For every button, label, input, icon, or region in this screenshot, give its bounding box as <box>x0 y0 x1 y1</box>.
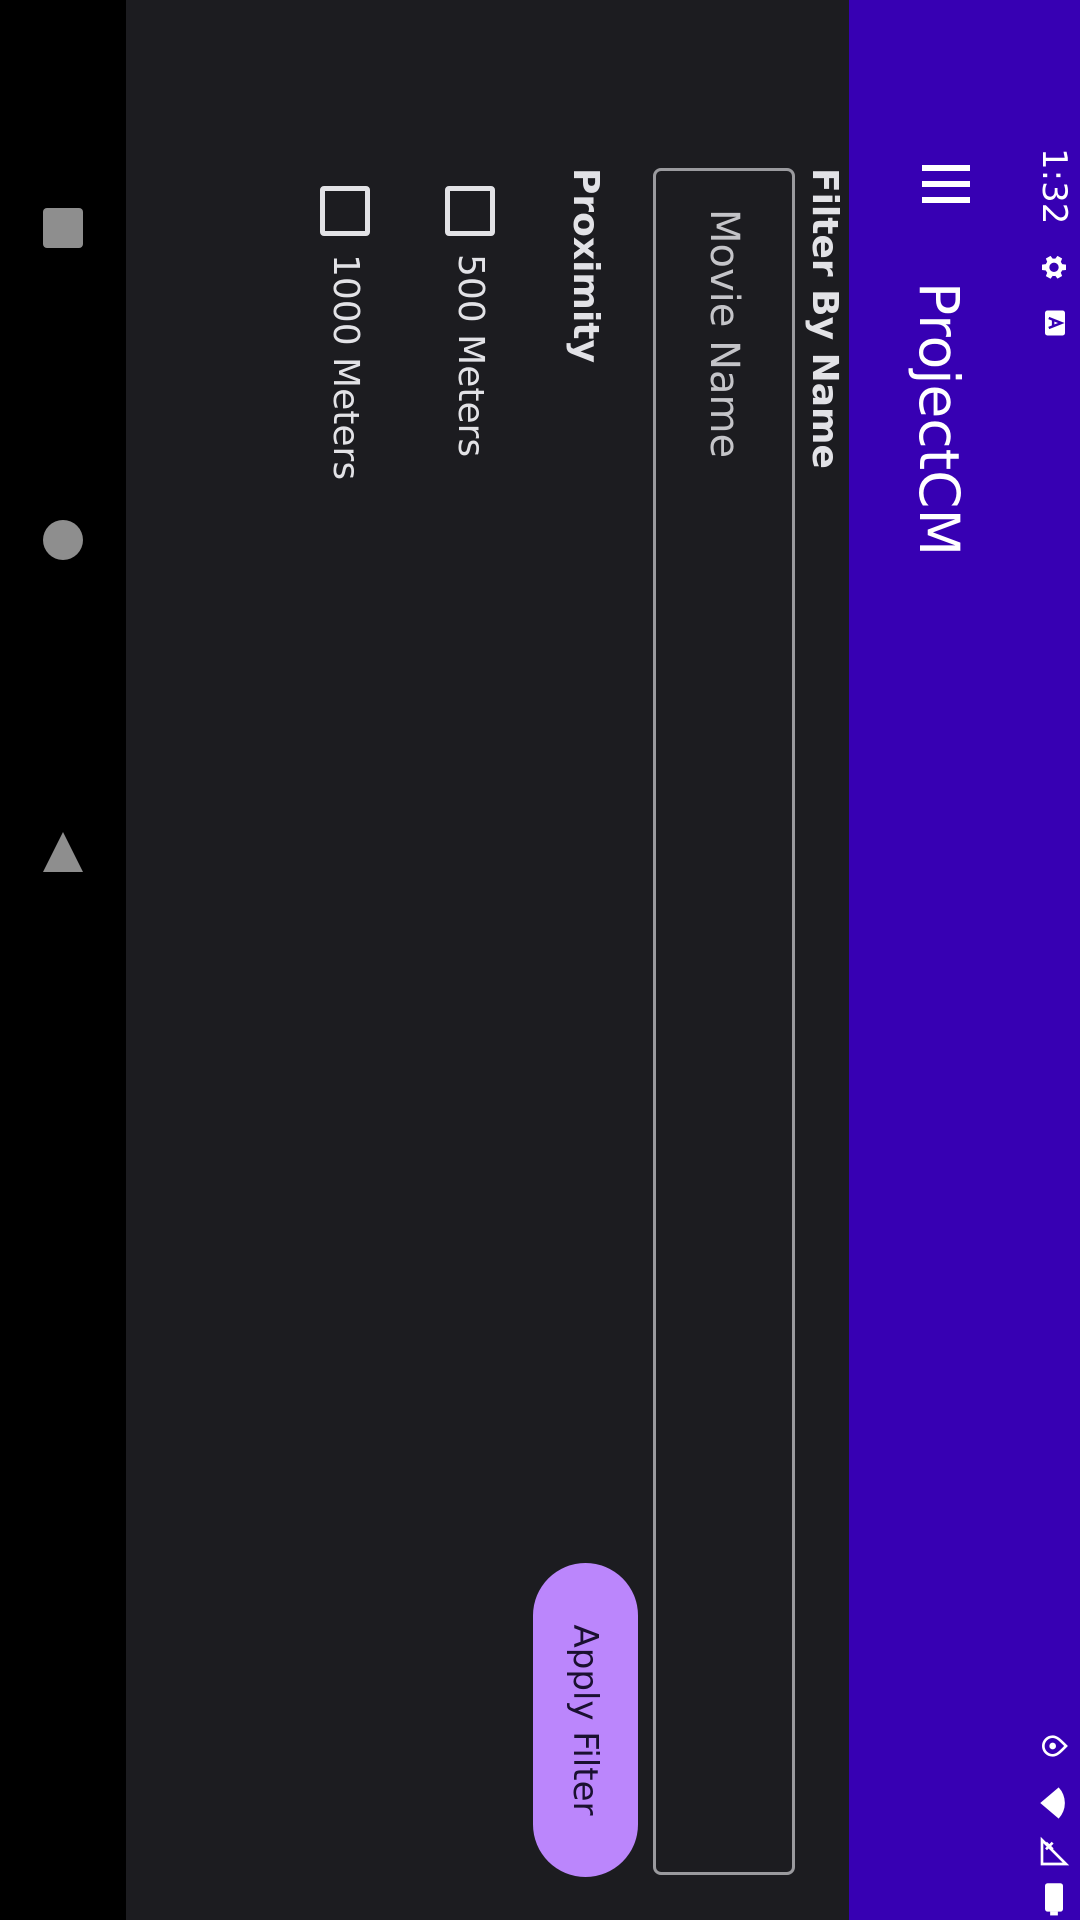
movie-name-field[interactable] <box>653 168 795 1875</box>
hamburger-menu-icon[interactable] <box>922 165 970 203</box>
location-icon <box>1042 1735 1068 1757</box>
status-time: 1:32 <box>1034 148 1074 225</box>
app-screen: 1:32 ProjectCM Filter By Name Movie Name… <box>0 0 1080 1920</box>
filter-by-name-label: Filter By Name <box>804 168 845 469</box>
recents-icon[interactable] <box>43 208 83 248</box>
navigation-bar <box>0 0 126 1920</box>
checkbox-label: 500 Meters <box>450 254 491 458</box>
checkbox-box[interactable] <box>320 186 370 236</box>
wifi-icon <box>1040 1787 1065 1819</box>
gear-icon <box>1042 255 1066 279</box>
checkbox-box[interactable] <box>445 186 495 236</box>
checkbox-label: 1000 Meters <box>325 254 366 481</box>
movie-name-input[interactable] <box>656 209 792 1809</box>
app-a-icon <box>1045 310 1065 336</box>
status-bar: 1:32 <box>1028 0 1080 1920</box>
filter-panel: Filter By Name Proximity 500 Meters 1000… <box>126 0 849 1920</box>
back-icon[interactable] <box>43 832 83 872</box>
apply-filter-button[interactable]: Apply Filter <box>533 1563 638 1877</box>
battery-icon <box>1045 1883 1063 1916</box>
signal-off-icon <box>1040 1836 1070 1866</box>
proximity-label: Proximity <box>565 168 606 363</box>
app-title: ProjectCM <box>907 282 971 557</box>
home-icon[interactable] <box>43 520 83 560</box>
app-bar: ProjectCM <box>849 0 1028 1920</box>
